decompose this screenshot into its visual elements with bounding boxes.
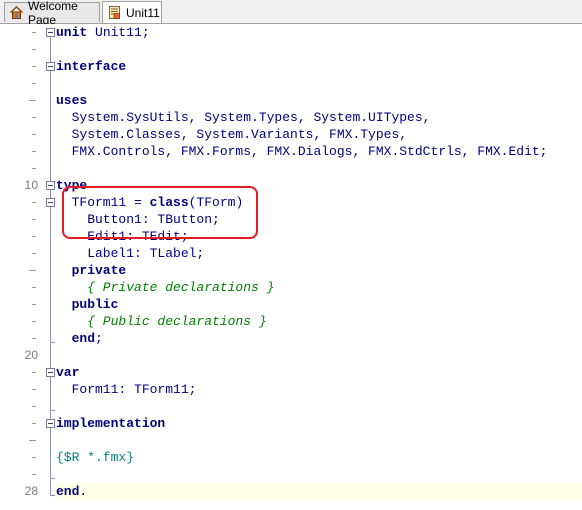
code-line[interactable] (56, 160, 582, 177)
code-line[interactable]: System.SysUtils, System.Types, System.UI… (56, 109, 582, 126)
code-token: end (56, 331, 96, 346)
code-line[interactable] (56, 398, 582, 415)
fold-end-marker (50, 495, 55, 496)
code-token: uses (56, 93, 88, 108)
line-number: 10 (24, 178, 38, 192)
code-token: System.Classes, System.Variants, FMX.Typ… (56, 127, 408, 142)
fold-guide-line (50, 207, 51, 342)
line-dash-marker (29, 100, 36, 101)
fold-toggle-icon[interactable] (46, 198, 55, 207)
code-line[interactable]: System.Classes, System.Variants, FMX.Typ… (56, 126, 582, 143)
code-token: end (56, 484, 80, 499)
code-line[interactable]: { Private declarations } (56, 279, 582, 296)
code-token: interface (56, 59, 127, 74)
code-editor[interactable]: 10 20 28 unit Unit11; interface uses System.… (0, 24, 582, 510)
line-dot-marker (32, 66, 36, 67)
code-line[interactable]: uses (56, 92, 582, 109)
code-line[interactable]: implementation (56, 415, 582, 432)
code-token: System.SysUtils, System.Types, System.UI… (56, 110, 431, 125)
code-token: FMX.Controls, FMX.Forms, FMX.Dialogs, FM… (56, 144, 548, 159)
code-line[interactable]: public (56, 296, 582, 313)
line-dot-marker (32, 406, 36, 407)
line-dot-marker (32, 321, 36, 322)
code-token: public (56, 297, 119, 312)
tab-welcome-page[interactable]: Welcome Page (4, 0, 100, 27)
code-line[interactable] (56, 41, 582, 58)
code-token: . (79, 484, 88, 499)
code-line[interactable]: private (56, 262, 582, 279)
code-line[interactable]: { Public declarations } (56, 313, 582, 330)
line-dot-marker (32, 236, 36, 237)
code-token: private (56, 263, 127, 278)
line-dot-marker (32, 287, 36, 288)
code-line[interactable] (56, 347, 582, 364)
line-dot-marker (32, 83, 36, 84)
code-line[interactable]: unit Unit11; (56, 24, 582, 41)
line-dot-marker (32, 219, 36, 220)
code-line[interactable] (56, 432, 582, 449)
line-dot-marker (32, 49, 36, 50)
code-area[interactable]: unit Unit11; interface uses System.SysUtil… (56, 24, 582, 510)
code-token: { Private declarations } (56, 280, 275, 295)
fold-end-marker (50, 342, 55, 343)
code-line[interactable] (56, 75, 582, 92)
code-line[interactable] (56, 466, 582, 483)
highlight-annotation-box (62, 186, 258, 239)
code-token: { Public declarations } (56, 314, 267, 329)
line-dot-marker (32, 457, 36, 458)
line-dot-marker (32, 32, 36, 33)
code-token: Unit11; (87, 25, 150, 40)
fold-end-marker (50, 478, 55, 479)
code-line[interactable]: Label1: TLabel; (56, 245, 582, 262)
code-token: {$R *.fmx} (56, 450, 135, 465)
editor-tab-strip: Welcome Page Unit11 (0, 0, 582, 27)
line-dot-marker (32, 389, 36, 390)
code-token: unit (56, 25, 88, 40)
line-number: 20 (24, 348, 38, 362)
code-line[interactable]: {$R *.fmx} (56, 449, 582, 466)
line-dot-marker (32, 202, 36, 203)
line-number-gutter: 10 20 28 (0, 24, 44, 510)
code-token: Form11: TForm11; (56, 382, 197, 397)
line-dot-marker (32, 372, 36, 373)
code-line[interactable]: interface (56, 58, 582, 75)
line-dash-marker (29, 440, 36, 441)
tab-label: Welcome Page (28, 0, 78, 27)
tab-unit11[interactable]: Unit11 (102, 1, 162, 23)
line-dot-marker (32, 253, 36, 254)
line-dot-marker (32, 151, 36, 152)
line-dot-marker (32, 423, 36, 424)
fold-toggle-icon[interactable] (46, 181, 55, 190)
unit-file-icon (107, 5, 122, 20)
line-number: 28 (24, 484, 38, 498)
line-dot-marker (32, 304, 36, 305)
code-token: implementation (56, 416, 166, 431)
code-line[interactable]: end. (56, 483, 582, 500)
code-line[interactable]: FMX.Controls, FMX.Forms, FMX.Dialogs, FM… (56, 143, 582, 160)
fold-column (44, 24, 56, 510)
house-icon (9, 5, 24, 20)
fold-toggle-icon[interactable] (46, 419, 55, 428)
fold-end-marker (50, 410, 55, 411)
line-dot-marker (32, 474, 36, 475)
code-token: Label1: TLabel; (56, 246, 205, 261)
code-line[interactable]: var (56, 364, 582, 381)
line-dash-marker (29, 270, 36, 271)
tab-label: Unit11 (126, 5, 160, 20)
line-dot-marker (32, 117, 36, 118)
fold-toggle-icon[interactable] (46, 368, 55, 377)
fold-guide-line (50, 428, 51, 478)
fold-toggle-icon[interactable] (46, 28, 55, 37)
code-token: var (56, 365, 80, 380)
line-dot-marker (32, 168, 36, 169)
fold-toggle-icon[interactable] (46, 62, 55, 71)
code-token: ; (95, 331, 103, 346)
line-dot-marker (32, 338, 36, 339)
code-line[interactable]: Form11: TForm11; (56, 381, 582, 398)
code-line[interactable]: end; (56, 330, 582, 347)
line-dot-marker (32, 134, 36, 135)
fold-guide-line (50, 377, 51, 410)
